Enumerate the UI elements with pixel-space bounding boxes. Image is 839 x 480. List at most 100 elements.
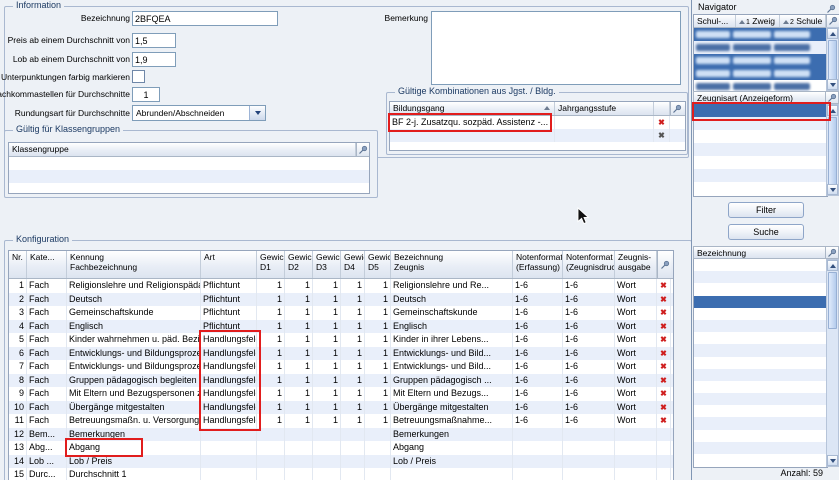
- filter-button[interactable]: Filter: [728, 202, 804, 218]
- chevron-down-icon[interactable]: [249, 106, 265, 120]
- bezeichnung-item[interactable]: [694, 417, 827, 429]
- bezeichnung-item[interactable]: [694, 320, 827, 332]
- konfiguration-row[interactable]: 6 Fach Entwicklungs- und Bildungsprozess…: [9, 347, 673, 361]
- delete-row-icon[interactable]: ✖: [657, 293, 671, 307]
- pin-icon[interactable]: [825, 247, 838, 258]
- col-header-bildungsgang[interactable]: Bildungsgang: [390, 102, 555, 115]
- konfiguration-row[interactable]: 13 Abg... Abgang Abgang ✖: [9, 441, 673, 455]
- scrollbar-thumb[interactable]: [828, 117, 837, 186]
- scrollbar-thumb[interactable]: [828, 272, 837, 329]
- pin-icon[interactable]: [670, 102, 683, 115]
- zeugnisart-scrollbar[interactable]: [826, 104, 839, 196]
- konfiguration-row[interactable]: 5 Fach Kinder wahrnehmen u. päd. Beziehu…: [9, 333, 673, 347]
- konfiguration-row[interactable]: 10 Fach Übergänge mitgestalten Handlungs…: [9, 401, 673, 415]
- bezeichnung-item[interactable]: [694, 454, 827, 466]
- preis-input[interactable]: [132, 33, 176, 48]
- scroll-down-button[interactable]: [827, 79, 838, 90]
- bezeichnung-list-header-label[interactable]: Bezeichnung: [694, 247, 825, 258]
- zeugnisart-item[interactable]: [694, 104, 827, 117]
- delete-row-icon[interactable]: ✖: [657, 428, 671, 442]
- col-header-gewicht-d4[interactable]: GewichtD4: [341, 251, 365, 278]
- col-header-zeugnisausgabe[interactable]: Zeugnis-ausgabe: [615, 251, 657, 278]
- delete-row-icon[interactable]: ✖: [657, 468, 671, 480]
- zeugnisart-header-label[interactable]: Zeugnisart (Anzeigeform): [694, 92, 825, 103]
- konfiguration-row[interactable]: 11 Fach Betreuungsmaßn. u. Versorgungsha…: [9, 414, 673, 428]
- col-header-gewicht-d3[interactable]: GewichtD3: [313, 251, 341, 278]
- scroll-down-button[interactable]: [827, 455, 838, 466]
- konfiguration-row[interactable]: 7 Fach Entwicklungs- und Bildungsprozess…: [9, 360, 673, 374]
- col-header-gewicht-d2[interactable]: GewichtD2: [285, 251, 313, 278]
- schule-row-redacted[interactable]: [694, 41, 839, 54]
- pin-icon[interactable]: [657, 251, 671, 278]
- bezeichnung-item[interactable]: [694, 369, 827, 381]
- pin-icon[interactable]: [825, 92, 838, 103]
- delete-row-icon[interactable]: ✖: [657, 279, 671, 293]
- scroll-up-button[interactable]: [827, 105, 838, 116]
- col-header-notenformat-erfassung[interactable]: Notenformat(Erfassung): [513, 251, 563, 278]
- klassengruppe-item[interactable]: [9, 157, 369, 170]
- rundungsart-dropdown[interactable]: Abrunden/Abschneiden: [132, 105, 266, 121]
- bezeichnung-item[interactable]: [694, 259, 827, 271]
- konfiguration-row[interactable]: 2 Fach Deutsch Pflichtunt 1 1 1 1 1 Deut…: [9, 293, 673, 307]
- bezeichnung-item[interactable]: [694, 271, 827, 283]
- konfiguration-row[interactable]: 14 Lob ... Lob / Preis Lob / Preis ✖: [9, 455, 673, 469]
- bezeichnung-item[interactable]: [694, 430, 827, 442]
- konfiguration-row[interactable]: 3 Fach Gemeinschaftskunde Pflichtunt 1 1…: [9, 306, 673, 320]
- col-header-jahrgangsstufe[interactable]: Jahrgangsstufe: [555, 102, 654, 115]
- zeugnisart-item[interactable]: [694, 169, 827, 182]
- col-header-klassengruppe[interactable]: Klassengruppe: [9, 143, 356, 156]
- pin-icon[interactable]: [826, 15, 839, 27]
- col-header-kennung[interactable]: KennungFachbezeichnung: [67, 251, 201, 278]
- bemerkung-textarea[interactable]: [431, 11, 681, 85]
- konfiguration-row[interactable]: 9 Fach Mit Eltern und Bezugspersonen zus…: [9, 387, 673, 401]
- delete-row-icon[interactable]: ✖: [654, 116, 670, 129]
- delete-row-icon[interactable]: ✖: [657, 441, 671, 455]
- pin-icon[interactable]: [356, 143, 369, 156]
- bezeichnung-input[interactable]: [132, 11, 278, 26]
- bezeichnung-item[interactable]: [694, 393, 827, 405]
- schule-row-redacted[interactable]: [694, 28, 839, 41]
- suche-button[interactable]: Suche: [728, 224, 804, 240]
- schulen-scrollbar[interactable]: [826, 27, 839, 91]
- bezeichnung-item[interactable]: [694, 381, 827, 393]
- scrollbar-thumb[interactable]: [828, 40, 837, 81]
- bezeichnung-item[interactable]: [694, 442, 827, 454]
- delete-row-icon[interactable]: ✖: [657, 306, 671, 320]
- delete-row-icon[interactable]: ✖: [657, 455, 671, 469]
- konfiguration-row[interactable]: 12 Bem... Bemerkungen Bemerkungen ✖: [9, 428, 673, 442]
- delete-row-icon[interactable]: ✖: [657, 374, 671, 388]
- konfiguration-row[interactable]: 8 Fach Gruppen pädagogisch begleiten Han…: [9, 374, 673, 388]
- schule-row-redacted[interactable]: [694, 54, 839, 67]
- scroll-up-button[interactable]: [827, 28, 838, 39]
- col-header-notenformat-zeugnisdruck[interactable]: Notenformat(Zeugnisdruck): [563, 251, 615, 278]
- delete-row-icon[interactable]: ✖: [657, 347, 671, 361]
- delete-row-icon[interactable]: ✖: [657, 320, 671, 334]
- col-header-art[interactable]: Art: [201, 251, 257, 278]
- unterpunktungen-checkbox[interactable]: [132, 70, 145, 83]
- bezeichnung-item[interactable]: [694, 283, 827, 295]
- nachkommastellen-input[interactable]: [132, 87, 160, 102]
- delete-row-icon[interactable]: ✖: [657, 414, 671, 428]
- delete-row-icon[interactable]: ✖: [657, 333, 671, 347]
- zeugnisart-item[interactable]: [694, 117, 827, 130]
- scroll-up-button[interactable]: [827, 260, 838, 271]
- delete-row-icon[interactable]: ✖: [657, 401, 671, 415]
- bezeichnung-item[interactable]: [694, 344, 827, 356]
- delete-row-icon[interactable]: ✖: [657, 387, 671, 401]
- zeugnisart-item[interactable]: [694, 156, 827, 169]
- zeugnisart-item[interactable]: [694, 143, 827, 156]
- col-header-zweig[interactable]: 1 Zweig: [736, 15, 780, 27]
- bezeichnung-item[interactable]: [694, 405, 827, 417]
- scroll-down-button[interactable]: [827, 184, 838, 195]
- col-header-nr[interactable]: Nr.: [9, 251, 27, 278]
- col-header-schulart[interactable]: Schul-...: [694, 15, 736, 27]
- col-header-gewicht-d1[interactable]: GewichtD1: [257, 251, 285, 278]
- zeugnisart-item[interactable]: [694, 182, 827, 195]
- bezeichnung-item[interactable]: [694, 332, 827, 344]
- zeugnisart-item[interactable]: [694, 130, 827, 143]
- bezeichnung-item[interactable]: [694, 308, 827, 320]
- lob-input[interactable]: [132, 52, 176, 67]
- delete-row-icon[interactable]: ✖: [654, 129, 670, 142]
- bezeichnung-item[interactable]: [694, 296, 827, 308]
- konfiguration-row[interactable]: 4 Fach Englisch Pflichtunt 1 1 1 1 1 Eng…: [9, 320, 673, 334]
